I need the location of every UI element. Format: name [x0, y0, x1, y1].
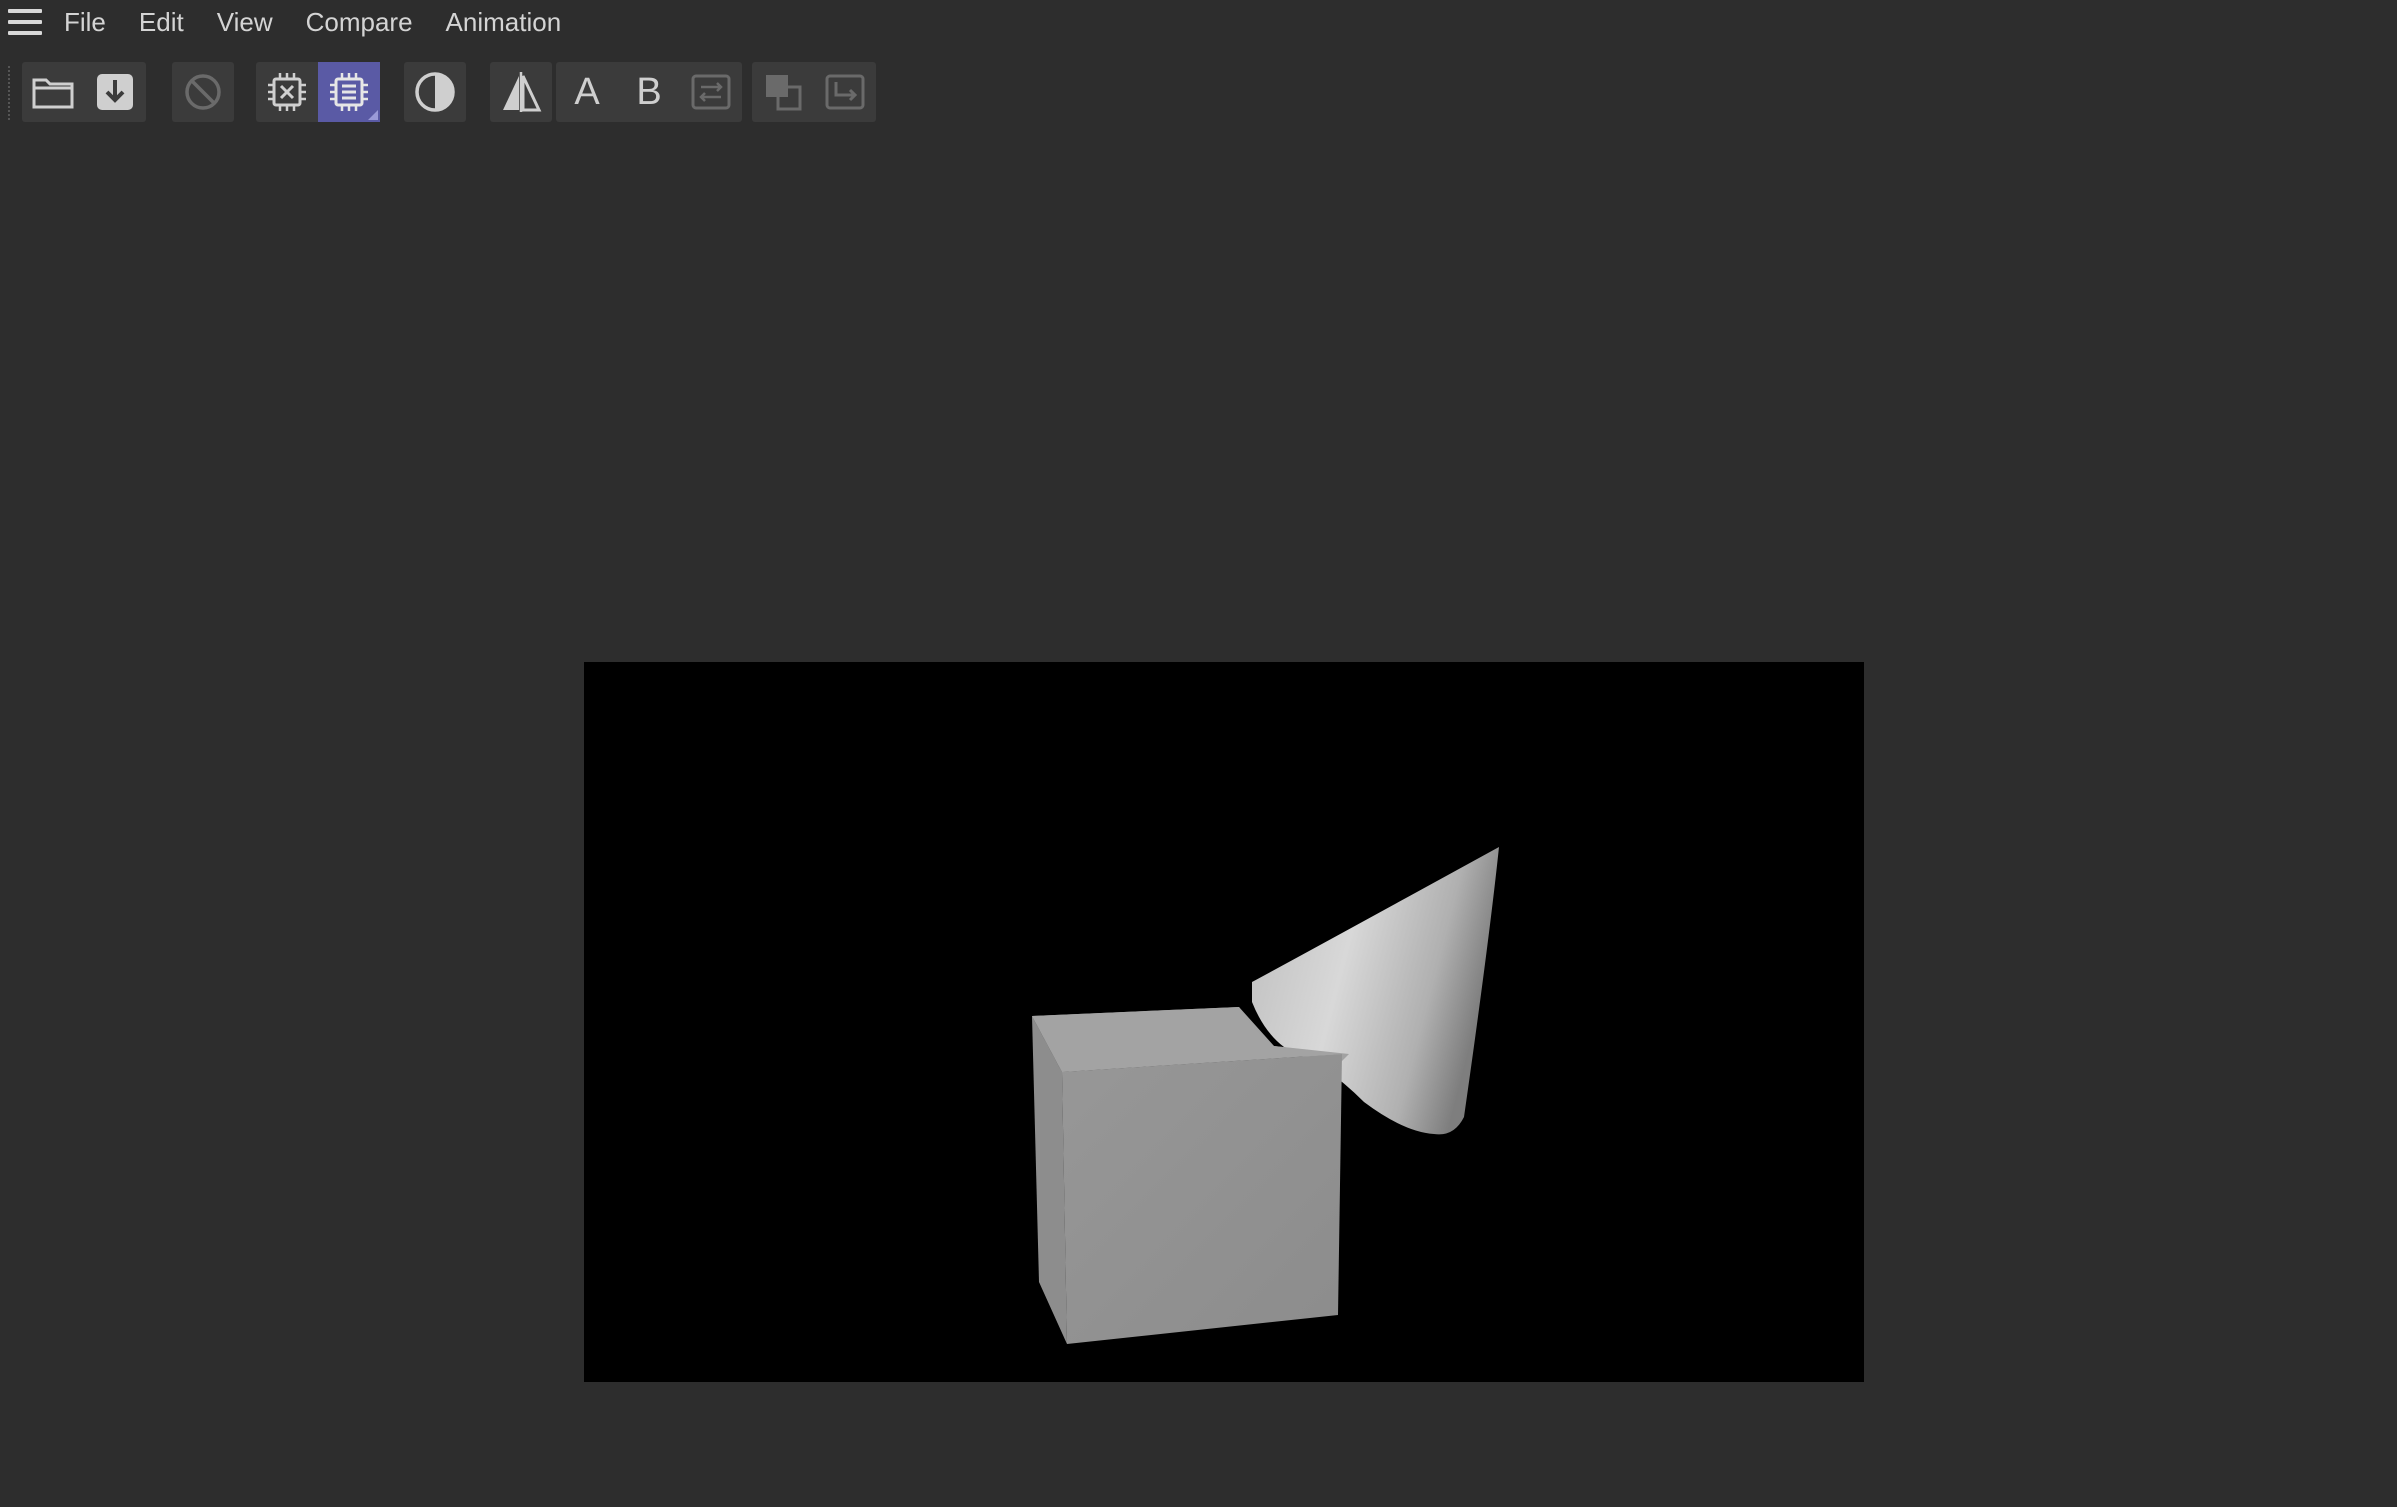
menu-file[interactable]: File	[64, 0, 106, 44]
rendered-scene	[1032, 847, 1499, 1344]
file-button-group	[22, 62, 146, 122]
render-button-group	[256, 62, 380, 122]
menu-edit[interactable]: Edit	[139, 0, 184, 44]
swap-icon	[691, 74, 731, 110]
letter-a-label: A	[574, 70, 600, 113]
menu-view[interactable]: View	[217, 0, 273, 44]
letter-b-label: B	[636, 70, 662, 113]
overlay-button[interactable]	[752, 62, 814, 122]
menu-compare[interactable]: Compare	[306, 0, 413, 44]
contrast-icon	[415, 72, 455, 112]
export-button[interactable]	[814, 62, 876, 122]
stop-icon	[185, 74, 221, 110]
cpu-list-icon	[330, 73, 368, 111]
flip-compare-icon	[503, 72, 542, 112]
cpu-clear-button[interactable]	[256, 62, 318, 122]
toolbar-grip[interactable]	[8, 66, 10, 122]
open-button[interactable]	[22, 62, 84, 122]
cube-front-face	[1062, 1054, 1342, 1344]
contrast-button-group	[404, 62, 466, 122]
hamburger-menu-icon[interactable]	[8, 9, 42, 35]
compare-button-group	[490, 62, 552, 122]
swap-button[interactable]	[680, 62, 742, 122]
menu-bar: File Edit View Compare Animation	[0, 0, 2397, 44]
save-download-icon	[97, 74, 133, 110]
save-button[interactable]	[84, 62, 146, 122]
export-icon	[825, 74, 865, 110]
cpu-clear-icon	[268, 73, 306, 111]
stop-button[interactable]	[172, 62, 234, 122]
ab-button-group: A B	[556, 62, 742, 122]
render-viewport[interactable]	[584, 662, 1864, 1382]
toolbar: A B	[0, 58, 2397, 124]
open-folder-icon	[32, 78, 74, 109]
menu-animation[interactable]: Animation	[446, 0, 562, 44]
overlay-icon	[766, 75, 802, 111]
contrast-button[interactable]	[404, 62, 466, 122]
select-b-button[interactable]: B	[618, 62, 680, 122]
select-a-button[interactable]: A	[556, 62, 618, 122]
flip-compare-button[interactable]	[490, 62, 552, 122]
stop-button-group	[172, 62, 234, 122]
cpu-list-button[interactable]	[318, 62, 380, 122]
overlay-button-group	[752, 62, 876, 122]
